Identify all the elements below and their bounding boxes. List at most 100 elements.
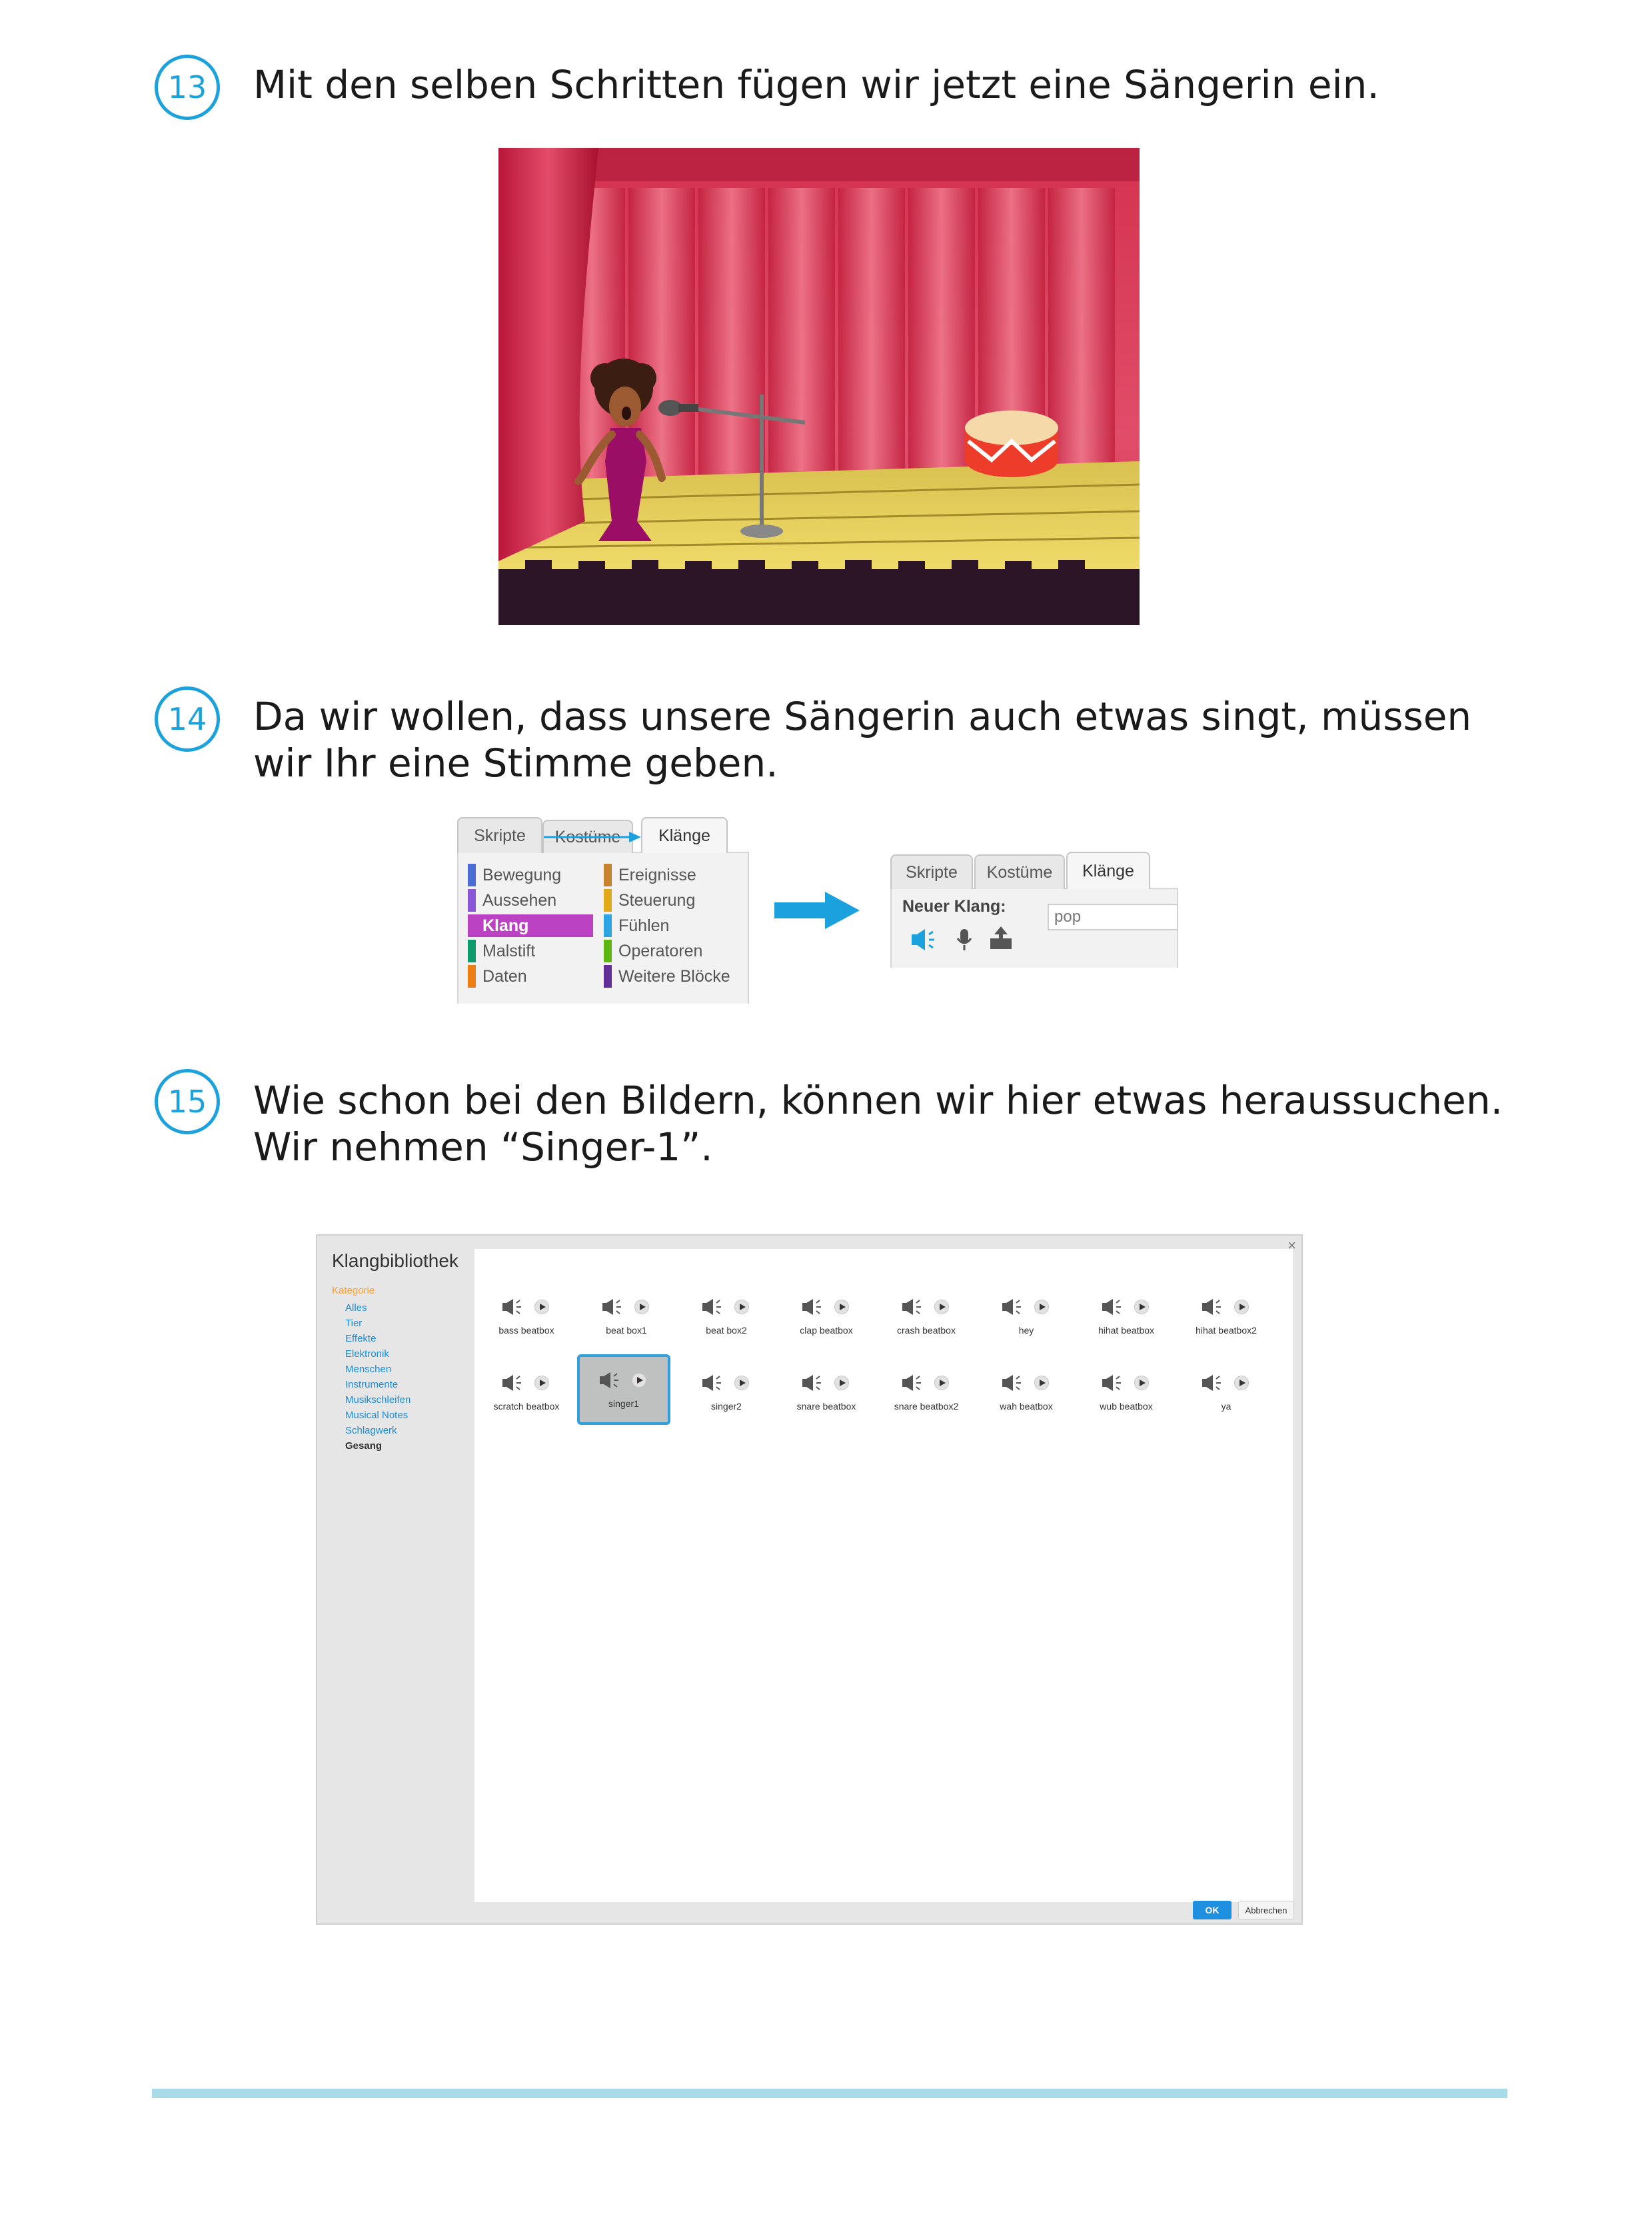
category-heading: Kategorie xyxy=(332,1285,375,1296)
step-14-text-line2: wir Ihr eine Stimme geben. xyxy=(253,740,778,786)
tab-skripte-2[interactable]: Skripte xyxy=(890,854,973,889)
play-icon[interactable] xyxy=(834,1300,849,1314)
tab-klaenge[interactable]: Klänge xyxy=(641,817,728,853)
sound-item-selected[interactable]: singer1 xyxy=(577,1354,670,1425)
upload-icon[interactable] xyxy=(988,925,1014,952)
sound-item[interactable]: wub beatbox xyxy=(1080,1357,1173,1428)
tab-kostueme-2[interactable]: Kostüme xyxy=(974,854,1065,889)
step-15-text-line2: Wir nehmen “Singer-1”. xyxy=(253,1124,713,1170)
sound-item[interactable]: snare beatbox2 xyxy=(880,1357,973,1428)
sound-item[interactable]: crash beatbox xyxy=(880,1281,973,1352)
category-aussehen[interactable]: Aussehen xyxy=(468,889,556,912)
library-category-tier[interactable]: Tier xyxy=(345,1318,362,1329)
speaker-library-icon[interactable] xyxy=(909,926,938,953)
sound-library-dialog: Klangbibliothek × Kategorie Alles Tier E… xyxy=(316,1234,1303,1925)
speaker-icon xyxy=(1202,1375,1221,1391)
play-icon[interactable] xyxy=(834,1376,849,1390)
play-icon[interactable] xyxy=(1134,1376,1149,1390)
category-ereignisse[interactable]: Ereignisse xyxy=(604,864,696,886)
play-icon[interactable] xyxy=(734,1376,749,1390)
library-category-instrumente[interactable]: Instrumente xyxy=(345,1379,398,1390)
library-category-menschen[interactable]: Menschen xyxy=(345,1364,391,1375)
tab-skripte[interactable]: Skripte xyxy=(457,817,542,853)
microphone-icon[interactable] xyxy=(954,926,974,953)
step-13-text: Mit den selben Schritten fügen wir jetzt… xyxy=(253,62,1379,107)
category-daten[interactable]: Daten xyxy=(468,965,527,988)
sound-label: ya xyxy=(1221,1401,1232,1412)
category-steuerung[interactable]: Steuerung xyxy=(604,889,695,912)
arrow-to-klaenge-icon xyxy=(544,832,641,842)
cancel-button[interactable]: Abbrechen xyxy=(1238,1901,1294,1919)
speaker-icon xyxy=(602,1299,621,1315)
sound-label: singer2 xyxy=(711,1401,742,1412)
play-icon[interactable] xyxy=(534,1300,549,1314)
sound-item[interactable]: wah beatbox xyxy=(980,1357,1073,1428)
play-icon[interactable] xyxy=(632,1373,646,1388)
play-icon[interactable] xyxy=(1234,1300,1249,1314)
sound-item[interactable]: hihat beatbox2 xyxy=(1180,1281,1273,1352)
sound-label: scratch beatbox xyxy=(493,1401,560,1412)
sound-label: wah beatbox xyxy=(1000,1401,1053,1412)
speaker-icon xyxy=(1002,1299,1021,1315)
category-malstift[interactable]: Malstift xyxy=(468,940,535,962)
category-fuehlen[interactable]: Fühlen xyxy=(604,914,669,937)
library-category-musical-notes[interactable]: Musical Notes xyxy=(345,1410,408,1421)
sound-item[interactable]: snare beatbox xyxy=(780,1357,873,1428)
sound-label: hihat beatbox xyxy=(1098,1325,1155,1336)
step-15-text-line1: Wie schon bei den Bildern, können wir hi… xyxy=(253,1078,1503,1123)
library-category-schlagwerk[interactable]: Schlagwerk xyxy=(345,1425,397,1436)
speaker-icon xyxy=(502,1299,521,1315)
play-icon[interactable] xyxy=(734,1300,749,1314)
speaker-icon xyxy=(600,1372,618,1388)
category-bewegung[interactable]: Bewegung xyxy=(468,864,561,886)
ok-button[interactable]: OK xyxy=(1193,1901,1232,1919)
step-number-14: 14 xyxy=(155,686,220,752)
sound-item[interactable]: ya xyxy=(1180,1357,1273,1428)
play-icon[interactable] xyxy=(1134,1300,1149,1314)
sound-label: snare beatbox2 xyxy=(894,1401,959,1412)
stage-picture xyxy=(498,148,1140,625)
play-icon[interactable] xyxy=(934,1376,949,1390)
sound-item[interactable]: bass beatbox xyxy=(480,1281,573,1352)
sound-item[interactable]: hey xyxy=(980,1281,1073,1352)
arrow-right-icon xyxy=(774,892,860,929)
sound-label: singer1 xyxy=(608,1398,639,1409)
sound-item[interactable]: beat box1 xyxy=(580,1281,673,1352)
scratch-blocks-panel: Skripte Kostüme Klänge Bewegung Aussehen… xyxy=(457,817,749,1004)
tab-klaenge-2[interactable]: Klänge xyxy=(1066,852,1150,889)
scratch-sounds-panel: Skripte Kostüme Klänge Neuer Klang: pop xyxy=(890,852,1178,968)
sound-name-input[interactable]: pop xyxy=(1048,904,1178,930)
sound-label: hihat beatbox2 xyxy=(1196,1325,1257,1336)
sound-item[interactable]: clap beatbox xyxy=(780,1281,873,1352)
sound-list: bass beatbox beat box1 beat box2 clap be… xyxy=(474,1249,1293,1902)
sound-item[interactable]: scratch beatbox xyxy=(480,1357,573,1428)
category-operatoren[interactable]: Operatoren xyxy=(604,940,702,962)
play-icon[interactable] xyxy=(1034,1300,1049,1314)
play-icon[interactable] xyxy=(1234,1376,1249,1390)
speaker-icon xyxy=(1002,1375,1021,1391)
speaker-icon xyxy=(702,1375,721,1391)
play-icon[interactable] xyxy=(634,1300,649,1314)
play-icon[interactable] xyxy=(1034,1376,1049,1390)
step-number-13: 13 xyxy=(155,55,220,120)
library-category-alles[interactable]: Alles xyxy=(345,1302,367,1314)
sound-item[interactable]: beat box2 xyxy=(680,1281,773,1352)
new-sound-label: Neuer Klang: xyxy=(902,897,1006,916)
play-icon[interactable] xyxy=(934,1300,949,1314)
speaker-icon xyxy=(1102,1299,1121,1315)
sound-item[interactable]: hihat beatbox xyxy=(1080,1281,1173,1352)
category-klang[interactable]: Klang xyxy=(468,914,593,937)
speaker-icon xyxy=(902,1299,921,1315)
play-icon[interactable] xyxy=(534,1376,549,1390)
speaker-icon xyxy=(702,1299,721,1315)
sound-label: bass beatbox xyxy=(498,1325,554,1336)
sound-item[interactable]: singer2 xyxy=(680,1357,773,1428)
sound-label: wub beatbox xyxy=(1100,1401,1153,1412)
speaker-icon xyxy=(802,1375,821,1391)
library-category-effekte[interactable]: Effekte xyxy=(345,1333,376,1344)
sound-label: snare beatbox xyxy=(796,1401,856,1412)
library-category-elektronik[interactable]: Elektronik xyxy=(345,1348,389,1360)
library-category-musikschleifen[interactable]: Musikschleifen xyxy=(345,1394,411,1406)
category-weitere-bloecke[interactable]: Weitere Blöcke xyxy=(604,965,730,988)
library-category-gesang[interactable]: Gesang xyxy=(345,1440,382,1452)
